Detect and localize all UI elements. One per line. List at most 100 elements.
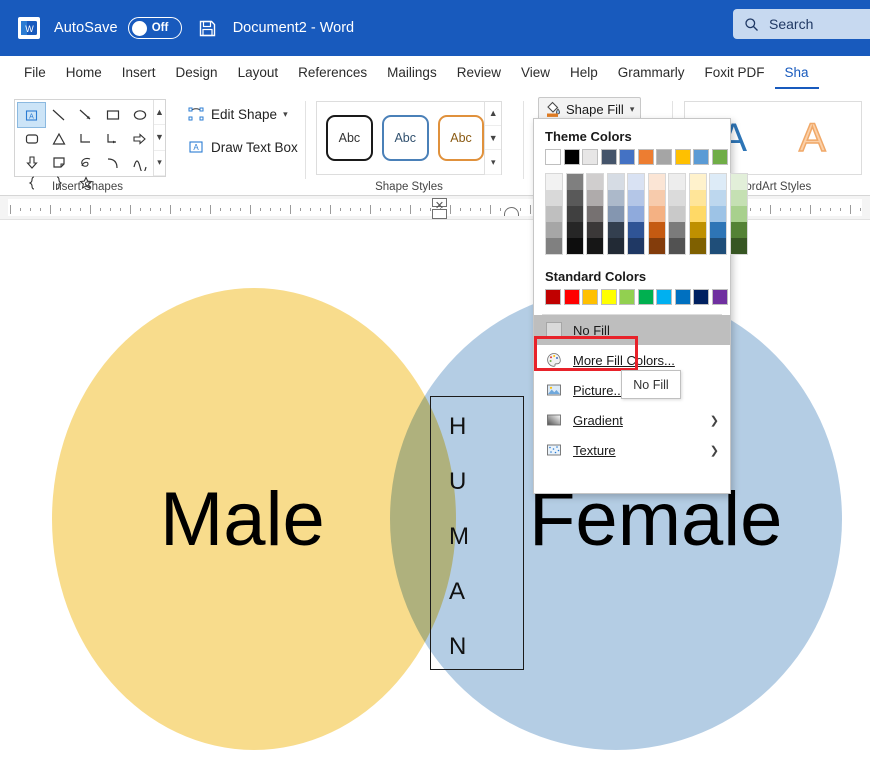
shape-style-sample-2[interactable]: Abc [381, 115, 429, 161]
line-shape-icon[interactable] [45, 103, 72, 127]
theme-variant-column-4[interactable] [627, 173, 645, 255]
theme-variant-swatch-5-3[interactable] [648, 222, 665, 238]
theme-variant-swatch-7-0[interactable] [689, 174, 706, 190]
theme-color-swatch-0[interactable] [545, 149, 561, 165]
theme-variant-swatch-2-0[interactable] [587, 174, 603, 190]
menu-item-no-fill[interactable]: No Fill [534, 315, 730, 345]
theme-variant-swatch-2-2[interactable] [587, 206, 603, 222]
shape-styles-scrollbar[interactable]: ▲ ▼ ▾ [484, 101, 501, 176]
scribble-shape-icon[interactable] [72, 151, 99, 175]
theme-variant-swatch-8-1[interactable] [710, 190, 726, 206]
theme-variant-column-7[interactable] [688, 173, 707, 255]
save-disk-icon[interactable] [198, 19, 217, 38]
standard-color-swatch-7[interactable] [674, 289, 691, 305]
tab-references[interactable]: References [288, 56, 377, 89]
tab-mailings[interactable]: Mailings [377, 56, 447, 89]
theme-variant-column-0[interactable] [545, 173, 563, 255]
theme-variant-swatch-9-1[interactable] [730, 190, 747, 206]
arc-shape-icon[interactable] [99, 151, 126, 175]
edit-shape-button[interactable]: Edit Shape ▾ [188, 106, 288, 122]
shapes-gallery[interactable]: A ▲ ▼ ▾ [14, 99, 166, 190]
standard-color-swatch-1[interactable] [563, 289, 580, 305]
theme-variant-column-6[interactable] [668, 173, 686, 255]
theme-variant-swatch-9-4[interactable] [730, 238, 747, 254]
theme-variant-swatch-9-2[interactable] [730, 206, 747, 222]
theme-variant-swatch-6-3[interactable] [669, 222, 685, 238]
theme-variant-swatch-4-2[interactable] [628, 206, 644, 222]
theme-color-swatch-4[interactable] [619, 149, 635, 165]
theme-variant-swatch-8-4[interactable] [710, 238, 726, 254]
theme-variant-swatch-3-4[interactable] [607, 238, 624, 254]
tab-shape-format[interactable]: Sha [774, 56, 819, 89]
theme-color-swatch-3[interactable] [600, 149, 617, 165]
theme-variant-swatch-5-0[interactable] [648, 174, 665, 190]
tab-file[interactable]: File [14, 56, 56, 89]
theme-variant-column-9[interactable] [729, 173, 748, 255]
theme-variant-swatch-5-2[interactable] [648, 206, 665, 222]
rounded-rectangle-shape-icon[interactable] [18, 127, 45, 151]
shape-style-sample-3[interactable]: Abc [437, 115, 485, 161]
styles-scroll-down-icon[interactable]: ▼ [485, 126, 501, 151]
text-box-shape-icon[interactable]: A [17, 102, 46, 128]
shape-fill-dropdown[interactable]: Theme Colors Standard Colors No Fill Mor… [533, 118, 748, 494]
theme-variant-swatch-0-1[interactable] [546, 190, 562, 206]
standard-colors-row[interactable] [534, 289, 730, 305]
elbow-connector-shape-icon[interactable] [72, 127, 99, 151]
right-indent-marker[interactable] [504, 207, 519, 216]
theme-variant-column-8[interactable] [709, 173, 727, 255]
theme-variant-column-3[interactable] [606, 173, 625, 255]
human-text-box[interactable]: H U M A N [430, 396, 524, 670]
theme-variant-swatch-4-0[interactable] [628, 174, 644, 190]
standard-color-swatch-0[interactable] [545, 289, 561, 305]
shape-style-sample-1[interactable]: Abc [326, 115, 373, 161]
theme-variant-swatch-9-0[interactable] [730, 174, 747, 190]
theme-color-swatch-8[interactable] [693, 149, 709, 165]
standard-color-swatch-2[interactable] [582, 289, 598, 305]
document-canvas[interactable]: Male Female H U M A N [0, 220, 870, 767]
draw-text-box-button[interactable]: A Draw Text Box [188, 139, 298, 155]
theme-variant-swatch-3-0[interactable] [607, 174, 624, 190]
theme-variant-swatch-5-4[interactable] [648, 238, 665, 254]
theme-variant-swatch-5-1[interactable] [648, 190, 665, 206]
theme-variant-swatch-1-0[interactable] [566, 174, 583, 190]
curve-shape-icon[interactable] [126, 151, 153, 175]
theme-variant-swatch-6-0[interactable] [669, 174, 685, 190]
theme-variant-swatch-6-2[interactable] [669, 206, 685, 222]
line-arrow-shape-icon[interactable] [72, 103, 99, 127]
theme-variant-swatch-6-1[interactable] [669, 190, 685, 206]
theme-variant-swatch-3-1[interactable] [607, 190, 624, 206]
theme-variant-swatch-3-3[interactable] [607, 222, 624, 238]
tab-view[interactable]: View [511, 56, 560, 89]
theme-variant-swatch-0-3[interactable] [546, 222, 562, 238]
tab-help[interactable]: Help [560, 56, 608, 89]
search-input[interactable]: Search [733, 9, 870, 39]
tab-home[interactable]: Home [56, 56, 112, 89]
chevron-down-icon[interactable]: ▾ [630, 104, 635, 115]
theme-color-swatch-2[interactable] [582, 149, 598, 165]
shape-styles-gallery[interactable]: Abc Abc Abc ▲ ▼ ▾ [316, 101, 502, 176]
theme-variant-swatch-2-3[interactable] [587, 222, 603, 238]
menu-item-gradient[interactable]: Gradient ❯ [534, 405, 730, 435]
tab-review[interactable]: Review [447, 56, 511, 89]
elbow-arrow-connector-shape-icon[interactable] [99, 127, 126, 151]
wordart-sample-orange[interactable]: A [798, 117, 826, 159]
chevron-down-icon[interactable]: ▾ [283, 109, 288, 120]
theme-variant-swatch-3-2[interactable] [607, 206, 624, 222]
tab-insert[interactable]: Insert [112, 56, 166, 89]
theme-color-swatch-7[interactable] [674, 149, 691, 165]
theme-color-variants[interactable] [534, 165, 748, 255]
tab-grammarly[interactable]: Grammarly [608, 56, 695, 89]
gallery-more-icon[interactable]: ▾ [154, 151, 165, 176]
theme-variant-swatch-6-4[interactable] [669, 238, 685, 254]
theme-variant-swatch-2-1[interactable] [587, 190, 603, 206]
theme-variant-swatch-0-2[interactable] [546, 206, 562, 222]
theme-variant-swatch-0-4[interactable] [546, 238, 562, 254]
theme-variant-swatch-2-4[interactable] [587, 238, 603, 254]
theme-variant-swatch-4-4[interactable] [628, 238, 644, 254]
theme-variant-swatch-4-1[interactable] [628, 190, 644, 206]
theme-variant-swatch-7-4[interactable] [689, 238, 706, 254]
theme-variant-swatch-1-3[interactable] [566, 222, 583, 238]
down-arrow-shape-icon[interactable] [18, 151, 45, 175]
theme-variant-swatch-1-2[interactable] [566, 206, 583, 222]
theme-color-swatch-9[interactable] [711, 149, 728, 165]
